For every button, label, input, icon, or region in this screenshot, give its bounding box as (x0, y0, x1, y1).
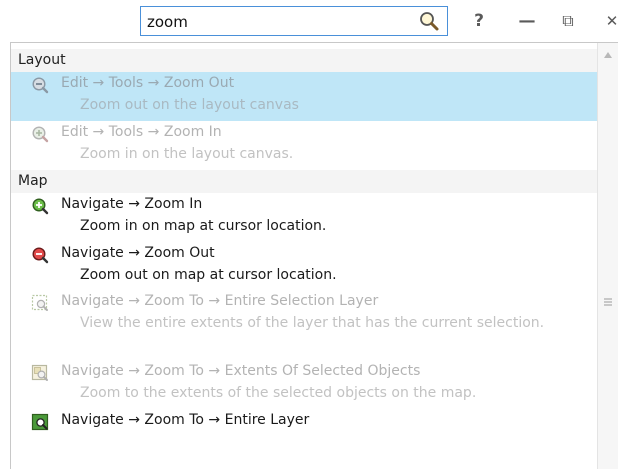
zoom-in-icon (32, 198, 49, 215)
result-title: Navigate → Zoom Out (61, 245, 215, 261)
command-search-bar: ? — ⧉ ✕ (0, 0, 618, 42)
result-description: Zoom out on map at cursor location. (80, 267, 337, 283)
scroll-up-arrow-icon[interactable] (603, 51, 613, 59)
result-description: Zoom in on map at cursor location. (80, 218, 327, 234)
divider (447, 10, 448, 34)
zoom-out-icon (32, 77, 49, 94)
zoom-out-icon (32, 247, 49, 264)
help-button[interactable]: ? (467, 9, 491, 33)
result-title: Edit → Tools → Zoom Out (61, 75, 235, 91)
scroll-thumb-grip-icon[interactable] (603, 297, 613, 307)
results-list: Layout Edit → Tools → Zoom Out Zoom out … (11, 49, 597, 449)
result-title: Navigate → Zoom To → Entire Selection La… (61, 293, 379, 309)
result-title: Edit → Tools → Zoom In (61, 124, 222, 140)
result-description: View the entire extents of the layer tha… (80, 315, 545, 331)
minimize-button[interactable]: — (515, 9, 539, 33)
result-item-zoom-entire-layer[interactable]: Navigate → Zoom To → Entire Layer (11, 409, 597, 449)
result-item-layout-zoom-in[interactable]: Edit → Tools → Zoom In Zoom in on the la… (11, 121, 597, 169)
group-header-map: Map (11, 170, 597, 193)
result-title: Navigate → Zoom To → Entire Layer (61, 412, 310, 428)
zoom-selection-layer-icon (31, 294, 48, 311)
search-input[interactable] (147, 11, 397, 33)
result-title: Navigate → Zoom In (61, 196, 203, 212)
result-title: Navigate → Zoom To → Extents Of Selected… (61, 363, 421, 379)
search-icon[interactable] (417, 10, 441, 34)
zoom-selected-objects-icon (31, 364, 48, 381)
zoom-in-icon (32, 126, 49, 143)
result-description: Zoom in on the layout canvas. (80, 146, 294, 162)
zoom-entire-layer-icon (31, 413, 49, 431)
results-panel: Layout Edit → Tools → Zoom Out Zoom out … (10, 42, 618, 469)
search-box[interactable] (140, 6, 448, 36)
group-header-layout: Layout (11, 49, 597, 72)
result-item-map-zoom-out[interactable]: Navigate → Zoom Out Zoom out on map at c… (11, 242, 597, 290)
result-item-zoom-entire-selection-layer[interactable]: Navigate → Zoom To → Entire Selection La… (11, 290, 597, 360)
result-item-map-zoom-in[interactable]: Navigate → Zoom In Zoom in on map at cur… (11, 193, 597, 242)
restore-button[interactable]: ⧉ (556, 9, 580, 33)
result-description: Zoom to the extents of the selected obje… (80, 385, 477, 401)
result-item-zoom-selected-objects[interactable]: Navigate → Zoom To → Extents Of Selected… (11, 360, 597, 409)
result-item-layout-zoom-out[interactable]: Edit → Tools → Zoom Out Zoom out on the … (11, 72, 597, 121)
result-description: Zoom out on the layout canvas (80, 97, 299, 113)
close-button[interactable]: ✕ (600, 9, 618, 33)
vertical-scrollbar[interactable] (597, 43, 618, 469)
